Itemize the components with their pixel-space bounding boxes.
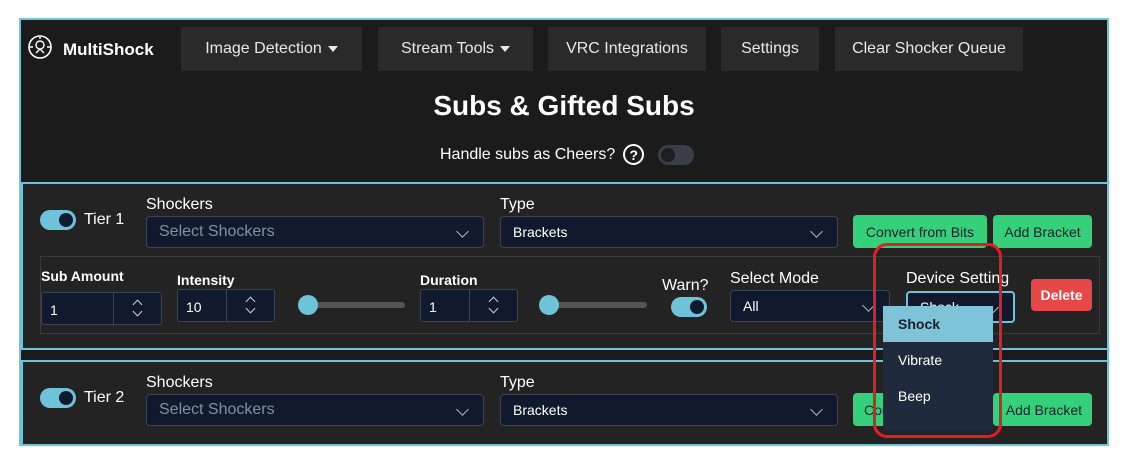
tier2-label: Tier 2: [84, 389, 125, 406]
logo-icon: [27, 34, 53, 65]
tier1-shockers-select[interactable]: Select Shockers: [146, 216, 484, 248]
tier2-shockers-select[interactable]: Select Shockers: [146, 394, 484, 426]
tier2-shockers-placeholder: Select Shockers: [159, 401, 275, 418]
duration-label: Duration: [420, 272, 478, 288]
chevron-down-icon: [456, 403, 469, 416]
chevron-down-icon: [488, 303, 499, 314]
tier1-label: Tier 1: [84, 211, 125, 228]
nav-clear-shocker-queue-label: Clear Shocker Queue: [852, 40, 1006, 57]
tier1-shockers-placeholder: Select Shockers: [159, 223, 275, 240]
delete-button[interactable]: Delete: [1031, 279, 1092, 311]
tier2-shockers-label: Shockers: [146, 374, 213, 391]
tier2-toggle-group: Tier 2: [40, 388, 124, 408]
nav-vrc-integrations[interactable]: VRC Integrations: [548, 27, 706, 71]
sub-amount-label: Sub Amount: [41, 268, 124, 284]
warn-toggle[interactable]: [671, 297, 707, 317]
chevron-down-icon: [132, 306, 143, 317]
select-mode-label: Select Mode: [730, 270, 819, 287]
slider-handle[interactable]: [539, 295, 559, 315]
intensity-value: 10: [186, 299, 202, 315]
caret-down-icon: [500, 46, 511, 52]
duration-value: 1: [429, 299, 437, 315]
tier2-type-select[interactable]: Brackets: [500, 394, 838, 426]
duration-stepper[interactable]: 1: [420, 289, 518, 322]
tier1-type-select[interactable]: Brackets: [500, 216, 838, 248]
nav-settings[interactable]: Settings: [721, 27, 819, 71]
nav-settings-label: Settings: [741, 40, 799, 57]
stepper-arrows[interactable]: [226, 290, 274, 321]
warn-label: Warn?: [662, 277, 709, 294]
intensity-stepper[interactable]: 10: [177, 289, 275, 322]
sub-amount-value: 1: [50, 302, 58, 318]
tier1-shockers-label: Shockers: [146, 196, 213, 213]
chevron-down-icon: [810, 403, 823, 416]
chevron-down-icon: [456, 225, 469, 238]
cheers-toggle[interactable]: [658, 144, 695, 165]
sub-amount-stepper[interactable]: 1: [41, 292, 162, 325]
tier2-toggle[interactable]: [40, 388, 76, 408]
tier1-toggle[interactable]: [40, 210, 76, 230]
intensity-label: Intensity: [177, 272, 235, 288]
stepper-arrows[interactable]: [469, 290, 517, 321]
select-mode-select[interactable]: All: [730, 290, 890, 322]
tier2-type-value: Brackets: [513, 402, 568, 418]
nav-stream-tools[interactable]: Stream Tools: [378, 27, 533, 71]
tier1-type-label: Type: [500, 196, 535, 213]
nav-vrc-integrations-label: VRC Integrations: [566, 40, 688, 57]
nav-image-detection[interactable]: Image Detection: [181, 27, 362, 71]
select-mode-value: All: [743, 298, 759, 314]
cheers-label: Handle subs as Cheers?: [440, 145, 616, 163]
page-title: Subs & Gifted Subs: [433, 90, 695, 121]
cheers-row: Handle subs as Cheers? ?: [440, 144, 695, 165]
chevron-down-icon: [245, 303, 256, 314]
stepper-arrows[interactable]: [113, 293, 161, 324]
tier2-add-bracket-button[interactable]: Add Bracket: [993, 393, 1092, 426]
tier2-type-label: Type: [500, 374, 535, 391]
tier1-toggle-group: Tier 1: [40, 210, 124, 230]
chevron-down-icon: [810, 225, 823, 238]
nav-clear-shocker-queue[interactable]: Clear Shocker Queue: [835, 27, 1023, 71]
help-icon[interactable]: ?: [623, 144, 645, 165]
duration-slider[interactable]: [539, 295, 647, 315]
brand[interactable]: MultiShock: [27, 34, 154, 65]
intensity-slider[interactable]: [298, 295, 405, 315]
annotation-highlight: [873, 243, 1002, 438]
slider-handle[interactable]: [298, 295, 318, 315]
nav-stream-tools-label: Stream Tools: [400, 40, 495, 57]
nav-image-detection-label: Image Detection: [205, 40, 322, 57]
add-bracket-button[interactable]: Add Bracket: [993, 215, 1092, 248]
caret-down-icon: [327, 46, 338, 52]
tier1-type-value: Brackets: [513, 224, 568, 240]
brand-title: MultiShock: [63, 39, 154, 59]
